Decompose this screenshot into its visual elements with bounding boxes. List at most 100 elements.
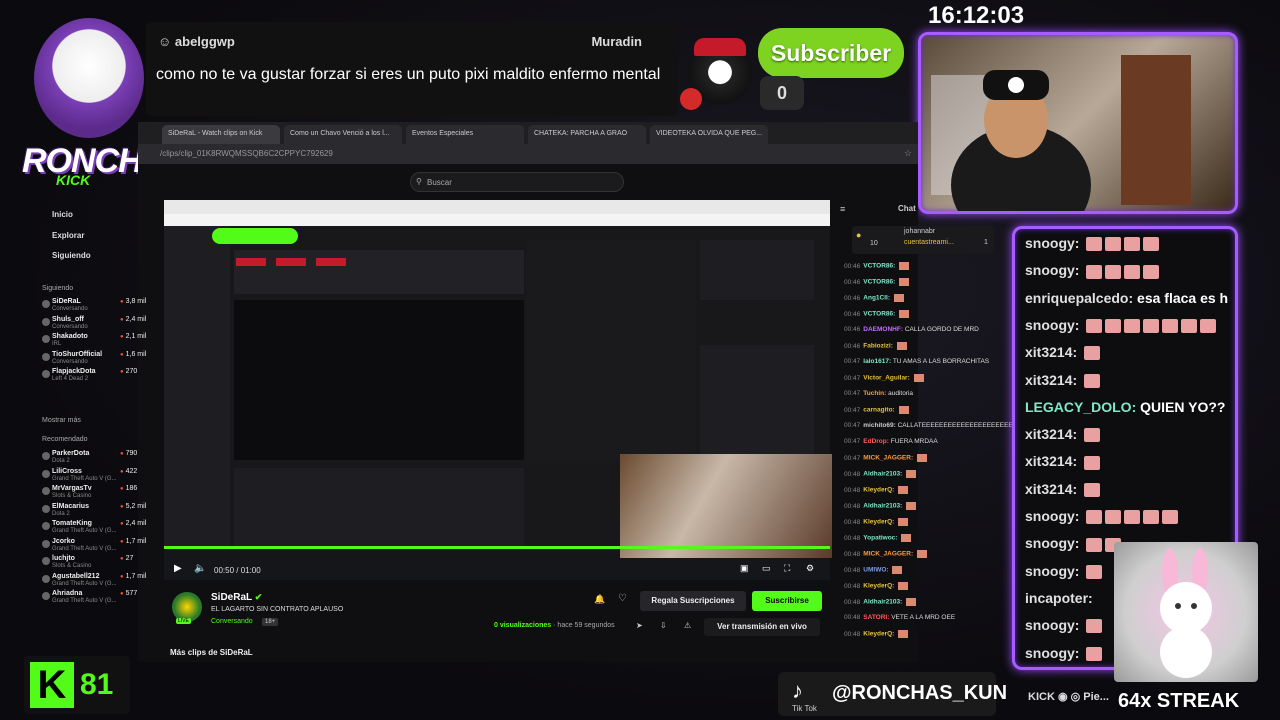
- chat-time: 00:48: [844, 582, 861, 590]
- following-item[interactable]: FlapjackDota Left 4 Dead 2: [52, 368, 96, 382]
- recommended-item[interactable]: LiliCross Grand Theft Auto V (G...: [52, 468, 117, 482]
- star-icon[interactable]: ☆: [904, 148, 912, 159]
- following-avatar[interactable]: [42, 317, 50, 326]
- following-avatar[interactable]: [42, 300, 50, 308]
- chat-username[interactable]: Yopatiwoc:: [863, 535, 897, 542]
- recommended-item[interactable]: ParkerDota Dota 2: [52, 450, 89, 464]
- recommended-avatar[interactable]: [42, 522, 50, 530]
- video-player[interactable]: ▶ 🔈 00:50 / 01:00 ▣ ▭ ⛶ ⚙: [164, 200, 832, 580]
- tab-chateka[interactable]: CHATEKA: PARCHA A GRAO: [528, 125, 646, 144]
- tab-video[interactable]: Como un Chavo Venció a los l...: [284, 125, 402, 144]
- bell-icon[interactable]: 🔔: [594, 594, 605, 605]
- clip-category[interactable]: Conversando: [211, 618, 253, 625]
- recommended-avatar[interactable]: [42, 539, 50, 548]
- heart-icon[interactable]: ♡: [618, 593, 627, 604]
- clip-icon[interactable]: ▣: [740, 563, 749, 574]
- theater-icon[interactable]: ▭: [762, 563, 771, 574]
- settings-icon[interactable]: ⚙: [806, 563, 814, 574]
- chat-username[interactable]: Ang1Cll:: [863, 295, 890, 302]
- gift-subs-button[interactable]: Regala Suscripciones: [640, 591, 746, 611]
- chat-message: 00:48 KleyderQ:: [844, 630, 909, 638]
- following-item[interactable]: Shuls_off Conversando: [52, 316, 88, 330]
- recommended-item[interactable]: luchjto Slots & Casino: [52, 555, 91, 569]
- address-bar[interactable]: /clips/clip_01K8RWQMSSQB6C2CPPYC792629 ☆: [138, 144, 918, 164]
- chat-username[interactable]: SATORI:: [863, 614, 889, 621]
- recommended-avatar[interactable]: [42, 469, 50, 478]
- nav-explore[interactable]: Explorar: [52, 231, 84, 240]
- recommended-item[interactable]: ElMacarius Dota 2: [52, 503, 89, 517]
- nav-home[interactable]: Inicio: [52, 210, 73, 219]
- chat-username[interactable]: KleyderQ:: [863, 631, 894, 638]
- tab-kick[interactable]: SiDeRaL - Watch clips on Kick: [162, 125, 280, 144]
- recommended-avatar[interactable]: [42, 574, 50, 583]
- download-icon[interactable]: ⇩: [660, 621, 667, 630]
- recommended-avatar[interactable]: [42, 452, 50, 460]
- chat-time: 00:47: [844, 422, 861, 429]
- channel-name[interactable]: SiDeRaL ✔: [211, 592, 262, 603]
- recommended-item[interactable]: Jcorko Grand Theft Auto V (G...: [52, 538, 117, 552]
- tab-videoteka[interactable]: VIDEOTEKA OLVIDA QUE PEG...: [650, 125, 768, 144]
- recommended-item[interactable]: Agustabell212 Grand Theft Auto V (G...: [52, 573, 117, 587]
- chat-username[interactable]: lalo1617:: [863, 358, 891, 365]
- recommended-avatar[interactable]: [42, 592, 50, 600]
- chat-time: 00:48: [844, 566, 861, 574]
- search-input[interactable]: ⚲ Buscar: [410, 172, 624, 192]
- recommended-avatar[interactable]: [42, 557, 50, 565]
- viewer-count: 790: [120, 450, 138, 457]
- chat-username[interactable]: Fabiozizi:: [863, 343, 893, 350]
- chat-username[interactable]: Aldhair2103:: [863, 503, 902, 510]
- fullscreen-icon[interactable]: ⛶: [784, 563, 790, 574]
- volume-icon[interactable]: 🔈: [194, 563, 206, 574]
- chat-username[interactable]: VCTOR86:: [863, 311, 895, 318]
- recommended-item[interactable]: Ahriadna Grand Theft Auto V (G...: [52, 590, 117, 604]
- chat-username[interactable]: KleyderQ:: [863, 583, 894, 590]
- chat-username[interactable]: VCTOR86:: [863, 263, 895, 270]
- chat-username[interactable]: VCTOR86:: [863, 279, 895, 286]
- watch-live-button[interactable]: Ver transmisión en vivo: [704, 618, 820, 636]
- chat-username[interactable]: MICK_JAGGER:: [863, 551, 913, 558]
- chat-username[interactable]: KleyderQ:: [863, 487, 894, 494]
- report-icon[interactable]: ⚠: [684, 621, 691, 630]
- chat-username[interactable]: UMIWO:: [863, 567, 888, 574]
- following-item[interactable]: TioShurOfficial Conversando: [52, 351, 102, 365]
- tab-events[interactable]: Eventos Especiales: [406, 125, 524, 144]
- emote-icon: [1143, 319, 1160, 334]
- emote-icon: [898, 486, 909, 494]
- chat-username[interactable]: Tuchin:: [863, 390, 886, 397]
- kick-logo[interactable]: KICK: [56, 172, 90, 188]
- chat-username[interactable]: michito69:: [863, 422, 896, 429]
- following-avatar[interactable]: [42, 335, 50, 343]
- emote-icon: [1086, 564, 1103, 579]
- channel-category: Dota 2: [52, 510, 70, 517]
- share-icon[interactable]: ➤: [636, 621, 643, 630]
- chat-username[interactable]: DAEMONHF:: [863, 326, 903, 333]
- chat-username[interactable]: EdDrop:: [863, 438, 889, 445]
- recommended-avatar[interactable]: [42, 487, 50, 495]
- chat-time: 00:48: [844, 502, 861, 510]
- play-icon[interactable]: ▶: [174, 563, 182, 574]
- show-more-link[interactable]: Mostrar más: [42, 417, 81, 424]
- nav-following[interactable]: Siguiendo: [52, 251, 91, 260]
- channel-name: luchjto: [52, 555, 75, 562]
- channel-name: TomateKing: [52, 520, 92, 527]
- alert-username: ☺ abelggwp: [158, 34, 235, 49]
- chat-username[interactable]: MICK_JAGGER:: [863, 455, 913, 462]
- subscribe-button[interactable]: Suscribirse: [752, 591, 822, 611]
- emote-icon: [896, 342, 907, 350]
- chat-time: 00:48: [844, 470, 861, 478]
- browser-tabstrip: SiDeRaL - Watch clips on Kick Como un Ch…: [138, 122, 918, 144]
- chat-username[interactable]: Aldhair2103:: [863, 599, 902, 606]
- following-avatar[interactable]: [42, 370, 50, 378]
- recommended-avatar[interactable]: [42, 504, 50, 513]
- video-progress-bar[interactable]: [164, 546, 830, 549]
- following-item[interactable]: SiDeRaL Conversando: [52, 298, 88, 312]
- recommended-item[interactable]: MrVargasTv Slots & Casino: [52, 485, 92, 499]
- following-item[interactable]: Shakadoto IRL: [52, 333, 88, 347]
- recommended-item[interactable]: TomateKing Grand Theft Auto V (G...: [52, 520, 117, 534]
- following-avatar[interactable]: [42, 352, 50, 361]
- chat-username[interactable]: carnagito:: [863, 407, 894, 414]
- chat-username[interactable]: Victor_Aguilar:: [863, 375, 909, 382]
- emote-icon: [1105, 319, 1122, 334]
- chat-username[interactable]: KleyderQ:: [863, 519, 894, 526]
- chat-username[interactable]: Aldhair2103:: [863, 471, 902, 478]
